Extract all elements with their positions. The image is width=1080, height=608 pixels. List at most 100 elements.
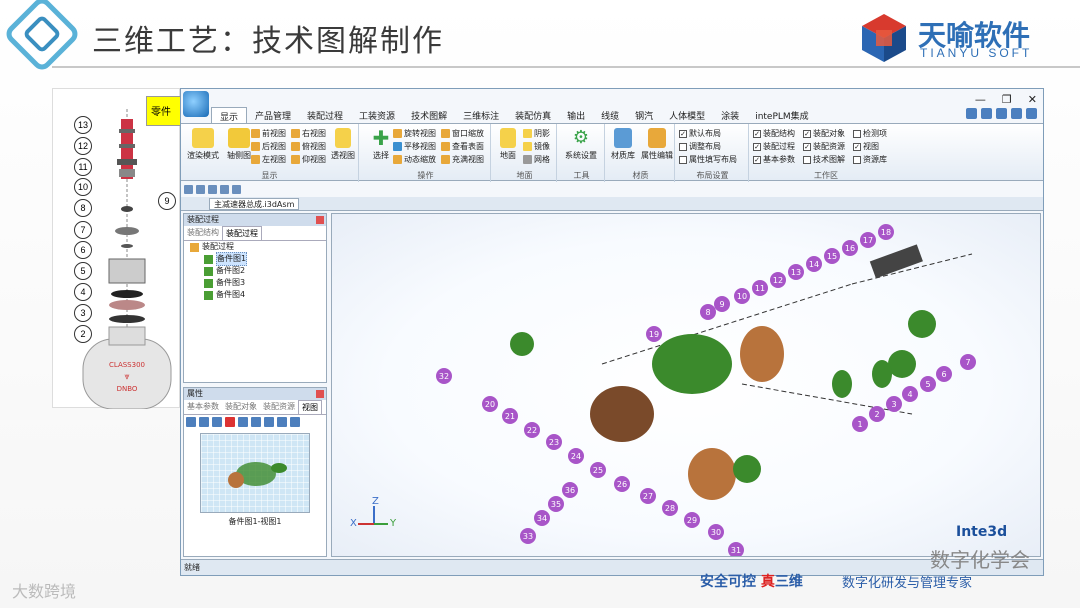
redo-icon[interactable] bbox=[981, 108, 992, 119]
perspective-button[interactable]: 透视图 bbox=[327, 128, 359, 161]
tab-inteplm[interactable]: intePLM集成 bbox=[747, 107, 816, 123]
tab-painting[interactable]: 涂装 bbox=[713, 107, 747, 123]
view-tool-icon[interactable] bbox=[186, 417, 196, 427]
ws-assembly-structure[interactable]: ✓ 装配结构 bbox=[753, 128, 795, 139]
tab-product[interactable]: 产品管理 bbox=[247, 107, 299, 123]
tab-basic[interactable]: 基本参数 bbox=[184, 400, 222, 414]
tree-item[interactable]: 备件图2 bbox=[184, 265, 326, 277]
checkbox[interactable] bbox=[853, 155, 861, 164]
undo-icon[interactable] bbox=[966, 108, 977, 119]
bottom-view-button[interactable]: 仰视图 bbox=[291, 154, 326, 165]
fit-view-button[interactable]: 充满视图 bbox=[441, 154, 484, 165]
layout-property-checkbox[interactable]: 属性填写布局 bbox=[679, 154, 737, 165]
view-tool-icon[interactable] bbox=[238, 417, 248, 427]
checkbox[interactable]: ✓ bbox=[753, 142, 761, 151]
tab-display[interactable]: 显示 bbox=[211, 107, 248, 123]
view-tool-icon[interactable] bbox=[251, 417, 261, 427]
view-surface-button[interactable]: 查看表面 bbox=[441, 141, 484, 152]
ws-basic-params[interactable]: ✓ 基本参数 bbox=[753, 154, 795, 165]
tab-tooling[interactable]: 工装资源 bbox=[351, 107, 403, 123]
info-icon[interactable] bbox=[1026, 108, 1037, 119]
tree-item[interactable]: 备件图4 bbox=[184, 289, 326, 301]
ws-assembly-resource[interactable]: ✓ 装配资源 bbox=[803, 141, 845, 152]
checkbox[interactable]: ✓ bbox=[753, 129, 761, 138]
gear-icon[interactable] bbox=[290, 417, 300, 427]
window-zoom-button[interactable]: 窗口缩放 bbox=[441, 128, 484, 139]
undo-icon[interactable] bbox=[220, 184, 229, 194]
tree-item[interactable]: 备件图3 bbox=[184, 277, 326, 289]
back-view-button[interactable]: 后视图 bbox=[251, 141, 286, 152]
ws-view[interactable]: ✓ 视图 bbox=[853, 141, 879, 152]
tab-object[interactable]: 装配对象 bbox=[222, 400, 260, 414]
open-icon[interactable] bbox=[184, 184, 193, 194]
ws-resource-library[interactable]: 资源库 bbox=[853, 154, 887, 165]
checkbox[interactable]: ✓ bbox=[803, 142, 811, 151]
system-settings-button[interactable]: ⚙ 系统设置 bbox=[561, 128, 601, 161]
tab-assembly-process[interactable]: 装配过程 bbox=[222, 226, 262, 240]
mirror-button[interactable]: 镜像 bbox=[523, 141, 550, 152]
front-view-button[interactable]: 前视图 bbox=[251, 128, 286, 139]
checkbox[interactable] bbox=[679, 155, 687, 164]
ws-inspection[interactable]: 检测项 bbox=[853, 128, 887, 139]
tab-assembly-structure[interactable]: 装配结构 bbox=[184, 226, 222, 240]
tab-assembly[interactable]: 装配过程 bbox=[299, 107, 351, 123]
checkbox[interactable] bbox=[803, 155, 811, 164]
tab-view[interactable]: 视图 bbox=[298, 400, 322, 414]
tab-annotation[interactable]: 三维标注 bbox=[455, 107, 507, 123]
view-thumbnail[interactable] bbox=[200, 433, 310, 513]
view-tool-icon[interactable] bbox=[264, 417, 274, 427]
tab-simulation[interactable]: 装配仿真 bbox=[507, 107, 559, 123]
front-view-icon bbox=[251, 129, 260, 138]
pan-view-button[interactable]: 平移视图 bbox=[393, 141, 436, 152]
property-edit-button[interactable]: 属性编辑 bbox=[639, 128, 675, 161]
tab-cable[interactable]: 线缆 bbox=[593, 107, 627, 123]
delete-icon[interactable] bbox=[225, 417, 235, 427]
tree-item[interactable]: 备件图1 bbox=[184, 252, 326, 266]
dynamic-zoom-button[interactable]: 动态缩放 bbox=[393, 154, 436, 165]
left-view-button[interactable]: 左视图 bbox=[251, 154, 286, 165]
app-logo-icon[interactable] bbox=[183, 91, 209, 117]
material-library-button[interactable]: 材质库 bbox=[607, 128, 639, 161]
ws-assembly-process[interactable]: ✓ 装配过程 bbox=[753, 141, 795, 152]
user-icon[interactable] bbox=[996, 108, 1007, 119]
checkbox[interactable]: ✓ bbox=[679, 129, 687, 138]
minimize-button[interactable]: — bbox=[975, 93, 986, 106]
document-tab[interactable]: 主减速器总成.i3dAsm bbox=[209, 198, 300, 210]
checkbox[interactable]: ✓ bbox=[753, 155, 761, 164]
top-view-button[interactable]: 俯视图 bbox=[291, 141, 326, 152]
bearing-part bbox=[733, 455, 761, 483]
layout-adjust-checkbox[interactable]: 调整布局 bbox=[679, 141, 721, 152]
tab-resource[interactable]: 装配资源 bbox=[260, 400, 298, 414]
save-icon[interactable] bbox=[196, 184, 205, 194]
folder-icon[interactable] bbox=[208, 184, 217, 194]
view-tool-icon[interactable] bbox=[212, 417, 222, 427]
checkbox[interactable]: ✓ bbox=[853, 142, 861, 151]
tab-steel[interactable]: 钢汽 bbox=[627, 107, 661, 123]
tab-output[interactable]: 输出 bbox=[559, 107, 593, 123]
ground-button[interactable]: 地面 bbox=[493, 128, 523, 161]
redo-icon[interactable] bbox=[232, 184, 241, 194]
tree-root[interactable]: 装配过程 bbox=[184, 241, 326, 253]
ws-assembly-object[interactable]: ✓ 装配对象 bbox=[803, 128, 845, 139]
close-icon[interactable] bbox=[316, 390, 324, 398]
right-view-button[interactable]: 右视图 bbox=[291, 128, 326, 139]
close-button[interactable]: ✕ bbox=[1028, 93, 1037, 106]
render-mode-button[interactable]: 渲染模式 bbox=[183, 128, 223, 161]
checkbox[interactable] bbox=[679, 142, 687, 151]
help-icon[interactable] bbox=[1011, 108, 1022, 119]
tab-human[interactable]: 人体模型 bbox=[661, 107, 713, 123]
close-icon[interactable] bbox=[316, 216, 324, 224]
grid-button[interactable]: 网格 bbox=[523, 154, 550, 165]
tab-illustration[interactable]: 技术图解 bbox=[403, 107, 455, 123]
ribbon-group-operate: ✚ 选择 旋转视图 窗口缩放 平移视图 查看表面 动态缩放 充满视图 操作 bbox=[361, 124, 491, 182]
shadow-button[interactable]: 阴影 bbox=[523, 128, 550, 139]
view-tool-icon[interactable] bbox=[277, 417, 287, 427]
view-tool-icon[interactable] bbox=[199, 417, 209, 427]
layout-default-checkbox[interactable]: ✓ 默认布局 bbox=[679, 128, 721, 139]
restore-button[interactable]: ❐ bbox=[1002, 93, 1012, 106]
checkbox[interactable]: ✓ bbox=[803, 129, 811, 138]
3d-viewport[interactable]: 1 2 3 4 5 6 7 8 9 10 11 12 13 14 15 16 17 18 19 20 21 22 23 24 2… bbox=[331, 213, 1041, 557]
checkbox[interactable] bbox=[853, 129, 861, 138]
ws-illustration[interactable]: 技术图解 bbox=[803, 154, 845, 165]
rotate-view-button[interactable]: 旋转视图 bbox=[393, 128, 436, 139]
